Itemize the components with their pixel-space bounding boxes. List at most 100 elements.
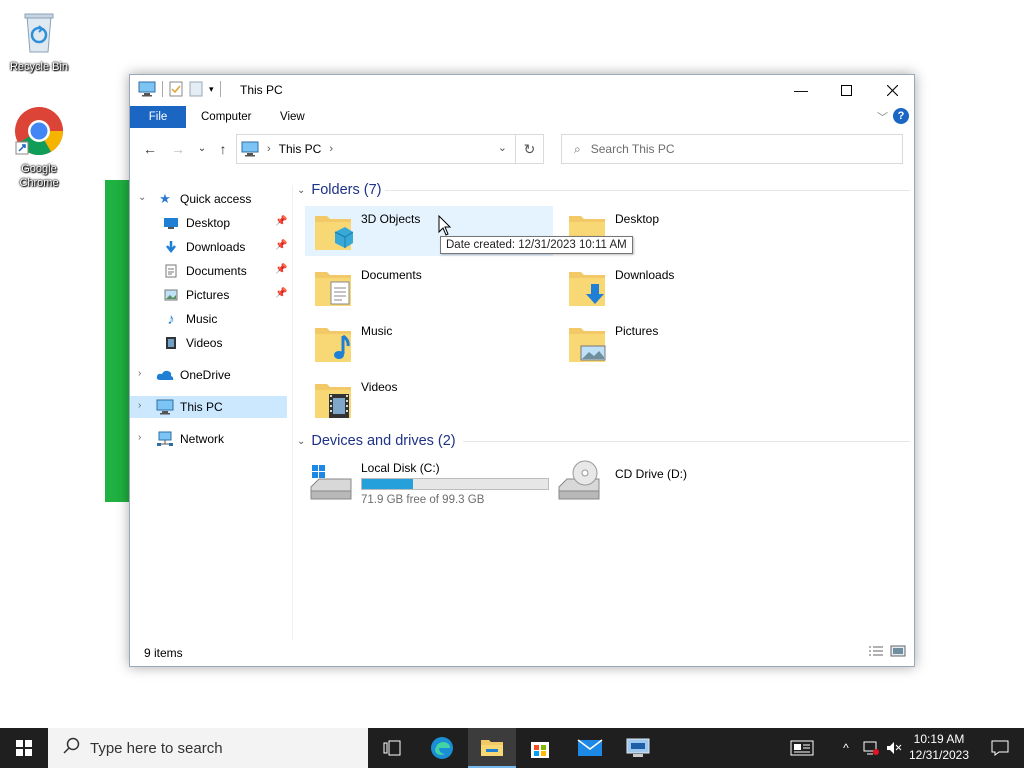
- group-header-devices-and-drives[interactable]: ⌄ Devices and drives (2): [295, 430, 910, 452]
- close-icon: [886, 84, 898, 96]
- network-tray-button[interactable]: [860, 728, 882, 768]
- breadcrumb-this-pc[interactable]: This PC: [279, 142, 322, 156]
- group-header-label: Devices and drives (2): [311, 433, 456, 449]
- desktop-icon: [162, 215, 180, 231]
- folder-tile-pictures[interactable]: Pictures: [559, 318, 807, 368]
- properties-icon[interactable]: [169, 81, 183, 97]
- collapse-chevron-icon[interactable]: ⌄: [138, 192, 146, 203]
- taskbar-file-explorer[interactable]: [468, 728, 516, 768]
- sidebar-item-documents[interactable]: Documents 📌: [130, 260, 292, 282]
- clock-date: 12/31/2023: [908, 748, 970, 762]
- taskbar-remote-app[interactable]: [614, 728, 662, 768]
- drive-name: Local Disk (C:): [361, 461, 440, 475]
- breadcrumb-separator-icon[interactable]: ›: [329, 143, 333, 155]
- tab-file[interactable]: File: [130, 106, 186, 128]
- folder-name: Desktop: [615, 212, 660, 226]
- expand-chevron-icon[interactable]: ›: [138, 368, 141, 379]
- notification-icon: [991, 740, 1009, 756]
- downloads-folder-icon: [569, 272, 605, 306]
- music-folder-icon: [315, 328, 351, 362]
- group-header-folders[interactable]: ⌄ Folders (7): [295, 179, 910, 201]
- desktop-icon-recycle-bin[interactable]: Recycle Bin: [1, 8, 77, 74]
- minimize-button[interactable]: —: [778, 75, 824, 105]
- group-divider: [385, 190, 910, 191]
- task-view-button[interactable]: [368, 728, 416, 768]
- folder-tile-music[interactable]: Music: [305, 318, 553, 368]
- sidebar-item-label: Documents: [186, 264, 247, 278]
- maximize-icon: [840, 84, 852, 96]
- taskbar-search-box[interactable]: Type here to search: [48, 728, 368, 768]
- clock-time: 10:19 AM: [913, 732, 965, 746]
- taskbar-microsoft-store[interactable]: [516, 728, 564, 768]
- item-count: 9 items: [144, 646, 183, 660]
- collapse-chevron-icon[interactable]: ⌄: [297, 185, 305, 196]
- drive-name: CD Drive (D:): [615, 467, 687, 481]
- refresh-button[interactable]: ↻: [515, 135, 543, 163]
- expand-chevron-icon[interactable]: ›: [138, 432, 141, 443]
- file-explorer-window: ▾ This PC — File Computer View ﹀ ? ← → ⌄…: [129, 74, 915, 667]
- sidebar-item-downloads[interactable]: Downloads 📌: [130, 236, 292, 258]
- folder-tile-documents[interactable]: Documents: [305, 262, 553, 312]
- sidebar-item-music[interactable]: ♪ Music: [130, 308, 292, 330]
- sidebar-item-quick-access[interactable]: ⌄ ★ Quick access: [130, 188, 292, 210]
- search-box[interactable]: ⌕ Search This PC: [561, 134, 903, 164]
- documents-folder-icon: [315, 272, 351, 306]
- remote-desktop-icon: [626, 738, 650, 757]
- action-center-button[interactable]: [980, 728, 1020, 768]
- tooltip: Date created: 12/31/2023 10:11 AM: [440, 236, 633, 254]
- close-button[interactable]: [869, 75, 915, 105]
- expand-ribbon-chevron-icon[interactable]: ﹀: [877, 109, 888, 125]
- taskbar-mail[interactable]: [566, 728, 614, 768]
- drive-usage-fill: [362, 479, 414, 489]
- sidebar-item-videos[interactable]: Videos: [130, 332, 292, 354]
- forward-button[interactable]: →: [168, 139, 188, 159]
- maximize-button[interactable]: [823, 75, 869, 105]
- recent-locations-chevron-icon[interactable]: ⌄: [192, 139, 212, 159]
- ribbon-tabs: File Computer View ﹀ ?: [130, 106, 914, 130]
- news-widget-button[interactable]: [782, 728, 822, 768]
- local-disk-icon: [310, 465, 352, 500]
- sidebar-item-network[interactable]: › Network: [130, 428, 292, 450]
- address-bar[interactable]: › This PC › ⌄ ↻: [236, 134, 544, 164]
- start-button[interactable]: [0, 728, 48, 768]
- desktop-icon-google-chrome[interactable]: Google Chrome: [1, 106, 77, 190]
- this-pc-icon: [138, 81, 156, 97]
- expand-chevron-icon[interactable]: ›: [138, 400, 141, 411]
- collapse-chevron-icon[interactable]: ⌄: [297, 436, 305, 447]
- sidebar-item-pictures[interactable]: Pictures 📌: [130, 284, 292, 306]
- pictures-folder-icon: [569, 328, 606, 362]
- drive-tile-local-disk-c[interactable]: Local Disk (C:) 71.9 GB free of 99.3 GB: [305, 455, 553, 506]
- up-button[interactable]: ↑: [213, 139, 233, 159]
- taskbar-clock[interactable]: 10:19 AM 12/31/2023: [900, 731, 978, 763]
- pane-divider[interactable]: [292, 185, 293, 640]
- sidebar-item-desktop[interactable]: Desktop 📌: [130, 212, 292, 234]
- folder-tile-videos[interactable]: Videos: [305, 374, 553, 424]
- sidebar-item-label: Quick access: [180, 192, 252, 206]
- group-header-label: Folders (7): [311, 182, 382, 198]
- taskbar-edge[interactable]: [418, 728, 466, 768]
- folder-tile-downloads[interactable]: Downloads: [559, 262, 807, 312]
- details-view-icon[interactable]: [868, 645, 884, 657]
- film-icon: [162, 335, 180, 351]
- sidebar-item-this-pc[interactable]: › This PC: [130, 396, 287, 418]
- sidebar-item-label: Pictures: [186, 288, 230, 302]
- sidebar-item-onedrive[interactable]: › OneDrive: [130, 364, 292, 386]
- search-icon: ⌕: [574, 141, 581, 156]
- breadcrumb-separator-icon[interactable]: ›: [267, 143, 271, 155]
- drive-usage-bar: [361, 478, 549, 490]
- group-divider: [463, 441, 910, 442]
- drive-tile-cd-drive-d[interactable]: CD Drive (D:): [558, 455, 807, 505]
- customize-toolbar-chevron-icon[interactable]: ▾: [209, 84, 214, 95]
- address-dropdown-icon[interactable]: ⌄: [498, 141, 507, 154]
- folder-name: Documents: [361, 268, 422, 282]
- show-hidden-icons-button[interactable]: ^: [836, 728, 856, 768]
- help-button[interactable]: ?: [893, 108, 909, 124]
- back-button[interactable]: ←: [140, 139, 160, 159]
- tab-view[interactable]: View: [266, 106, 319, 128]
- mail-icon: [577, 739, 603, 756]
- edge-icon: [431, 737, 453, 759]
- tab-computer[interactable]: Computer: [187, 106, 266, 128]
- this-pc-icon: [241, 141, 259, 157]
- large-icons-view-icon[interactable]: [890, 645, 906, 657]
- new-folder-icon[interactable]: [189, 81, 203, 97]
